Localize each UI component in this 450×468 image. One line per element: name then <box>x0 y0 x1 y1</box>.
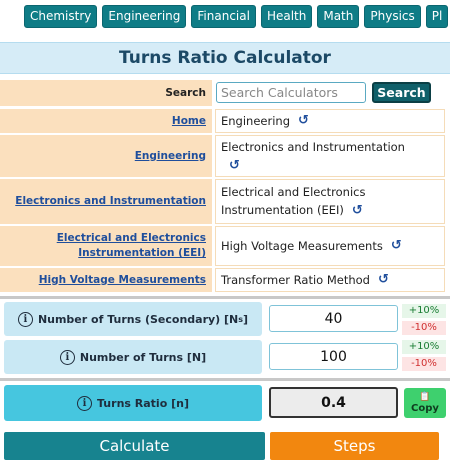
decrease-10-button[interactable]: -10% <box>402 321 446 335</box>
field-label: i Number of Turns (Secondary) [N s] <box>4 302 262 336</box>
breadcrumb-row: Electronics and Instrumentation Electric… <box>0 179 450 224</box>
copy-label: Copy <box>411 403 439 414</box>
result-row: i Turns Ratio [n] 0.4 📋 Copy <box>0 385 450 421</box>
refresh-icon[interactable]: ↺ <box>352 203 363 218</box>
breadcrumb-link-electronics[interactable]: Electronics and Instrumentation <box>15 194 206 209</box>
category-nav: Chemistry Engineering Financial Health M… <box>0 0 450 32</box>
breadcrumb-row: High Voltage Measurements Transformer Ra… <box>0 268 450 292</box>
result-label: i Turns Ratio [n] <box>4 385 262 421</box>
search-input[interactable]: Search Calculators <box>216 82 366 103</box>
breadcrumb-value: Electrical and Electronics Instrumentati… <box>221 183 444 220</box>
breadcrumb-row: Home Engineering ↺ <box>0 109 450 133</box>
breadcrumb-value-text: Electronics and Instrumentation <box>221 139 405 154</box>
breadcrumb-row: Electrical and Electronics Instrumentati… <box>0 226 450 266</box>
field-label: i Number of Turns [N] <box>4 340 262 374</box>
clipboard-icon: 📋 <box>419 392 431 402</box>
field-label-end: ] <box>243 312 249 326</box>
increase-10-button[interactable]: +10% <box>402 304 446 318</box>
increase-10-button[interactable]: +10% <box>402 340 446 354</box>
page-title: Turns Ratio Calculator <box>0 42 450 74</box>
tab-financial[interactable]: Financial <box>191 4 256 28</box>
search-label: Search <box>0 80 212 106</box>
breadcrumb-row: Engineering Electronics and Instrumentat… <box>0 135 450 177</box>
result-label-text: Turns Ratio [n] <box>97 396 189 410</box>
steps-button[interactable]: Steps <box>270 432 439 460</box>
info-icon[interactable]: i <box>59 349 75 365</box>
search-row: Search Search Calculators Search <box>0 80 450 106</box>
breadcrumb-value: Engineering <box>221 114 290 128</box>
search-button[interactable]: Search <box>372 82 431 103</box>
divider <box>0 378 450 381</box>
breadcrumb-value-text: Electrical and Electronics Instrumentati… <box>221 185 366 217</box>
info-icon[interactable]: i <box>17 311 33 327</box>
breadcrumb-link-hvm[interactable]: High Voltage Measurements <box>39 273 206 288</box>
refresh-icon[interactable]: ↺ <box>229 158 240 173</box>
refresh-icon[interactable]: ↺ <box>298 112 309 130</box>
input-row-secondary-turns: i Number of Turns (Secondary) [N s] 40 +10… <box>0 302 450 336</box>
tab-overflow[interactable]: Pl <box>425 4 449 28</box>
breadcrumb-value: High Voltage Measurements <box>221 239 383 253</box>
copy-button[interactable]: 📋 Copy <box>404 388 446 418</box>
secondary-turns-input[interactable]: 40 <box>269 305 398 332</box>
tab-health[interactable]: Health <box>260 4 313 28</box>
input-row-total-turns: i Number of Turns [N] 100 +10% -10% <box>0 340 450 374</box>
tab-math[interactable]: Math <box>317 4 360 28</box>
decrease-10-button[interactable]: -10% <box>402 357 446 371</box>
breadcrumb-link-engineering[interactable]: Engineering <box>135 149 206 164</box>
total-turns-input[interactable]: 100 <box>269 343 398 370</box>
breadcrumb-link-home[interactable]: Home <box>172 114 206 129</box>
refresh-icon[interactable]: ↺ <box>391 237 402 255</box>
refresh-icon[interactable]: ↺ <box>378 271 389 289</box>
breadcrumb-link-eei[interactable]: Electrical and Electronics Instrumentati… <box>0 231 206 261</box>
calculate-button[interactable]: Calculate <box>4 432 265 460</box>
tab-engineering[interactable]: Engineering <box>102 4 187 28</box>
field-label-text: Number of Turns (Secondary) [N <box>37 312 239 326</box>
breadcrumb-value: Electronics and Instrumentation ↺ <box>221 138 405 175</box>
field-label-text: Number of Turns [N] <box>79 350 207 364</box>
info-icon[interactable]: i <box>77 395 93 411</box>
breadcrumb-value: Transformer Ratio Method <box>221 273 370 287</box>
turns-ratio-output: 0.4 <box>269 387 398 418</box>
tab-physics[interactable]: Physics <box>364 4 421 28</box>
tab-chemistry[interactable]: Chemistry <box>24 4 98 28</box>
divider <box>0 296 450 299</box>
